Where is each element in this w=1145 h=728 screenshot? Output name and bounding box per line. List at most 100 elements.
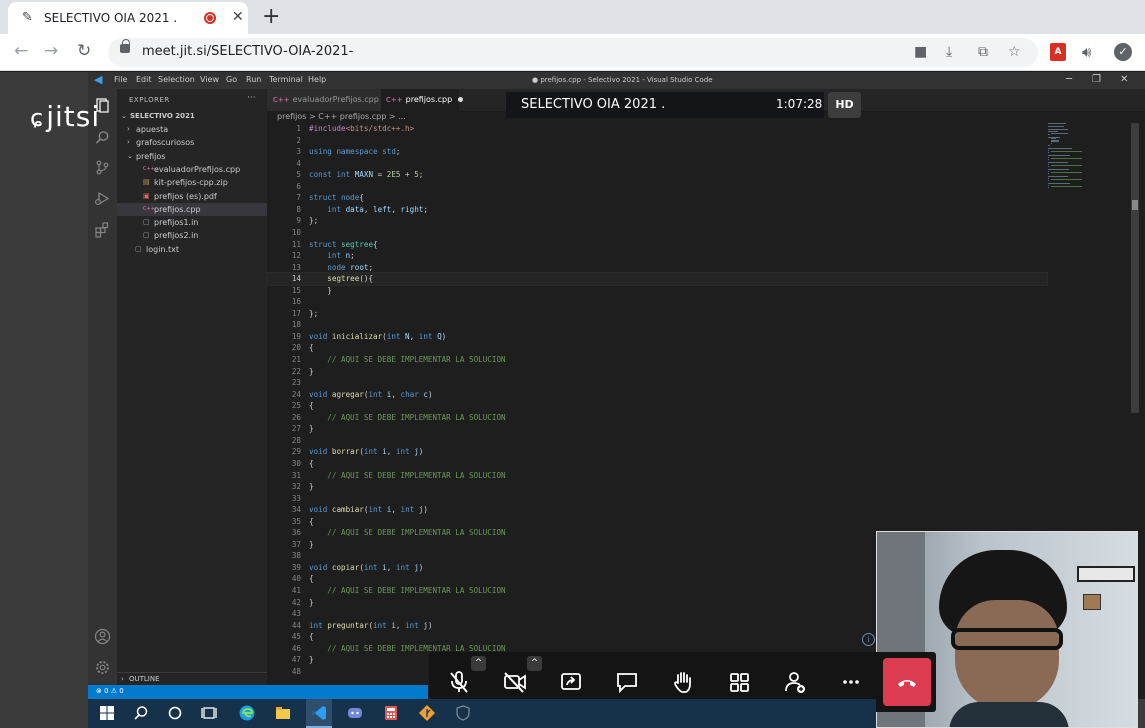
code-line[interactable]: 32} bbox=[267, 481, 1047, 493]
translate-icon[interactable]: ⧉ bbox=[978, 44, 988, 60]
tree-file[interactable]: C++ prefijos.cpp bbox=[117, 202, 267, 216]
tree-file[interactable]: ▢ prefijos1.in bbox=[117, 216, 267, 229]
minimize-icon[interactable]: ─ bbox=[1066, 74, 1072, 85]
file-explorer-icon[interactable] bbox=[274, 704, 292, 722]
participants-button[interactable] bbox=[779, 666, 811, 698]
code-line[interactable]: 26 // AQUI SE DEBE IMPLEMENTAR LA SOLUCI… bbox=[267, 412, 1047, 424]
code-line[interactable]: 20 { bbox=[267, 342, 1047, 354]
code-line[interactable]: 17}; bbox=[267, 308, 1047, 320]
minimap[interactable] bbox=[1048, 123, 1128, 193]
code-line[interactable]: 31 // AQUI SE DEBE IMPLEMENTAR LA SOLUCI… bbox=[267, 470, 1047, 482]
url-text[interactable]: meet.jit.si/SELECTIVO-OIA-2021- bbox=[142, 44, 353, 59]
microphone-muted-button[interactable] bbox=[443, 666, 475, 698]
code-line[interactable]: 24 void agregar(int i, char c) bbox=[267, 389, 1047, 401]
code-line[interactable]: 21 // AQUI SE DEBE IMPLEMENTAR LA SOLUCI… bbox=[267, 354, 1047, 366]
unsaved-dot-icon[interactable] bbox=[458, 97, 464, 102]
editor-scrollbar[interactable] bbox=[1131, 123, 1139, 413]
menu-view[interactable]: View bbox=[200, 75, 219, 84]
code-line[interactable]: 10 bbox=[267, 227, 1047, 239]
task-view-icon[interactable] bbox=[200, 704, 218, 722]
git-tool-icon[interactable] bbox=[418, 704, 436, 722]
tree-file[interactable]: ▤ kit-prefijos-cpp.zip bbox=[117, 176, 267, 189]
reload-icon[interactable]: ↻ bbox=[77, 41, 91, 61]
bookmark-star-icon[interactable]: ☆ bbox=[1008, 44, 1021, 60]
lock-icon[interactable] bbox=[120, 39, 130, 53]
more-actions-button[interactable] bbox=[835, 666, 867, 698]
video-quality-badge[interactable]: HD bbox=[828, 92, 861, 118]
address-bar[interactable]: meet.jit.si/SELECTIVO-OIA-2021- ■ ⤓ ⧉ ☆ bbox=[108, 38, 1038, 67]
tab-prefijos-cpp[interactable]: C++ prefijos.cpp bbox=[381, 89, 464, 111]
account-icon[interactable] bbox=[94, 628, 111, 645]
code-line[interactable]: 19 void inicializar(int N, int Q) bbox=[267, 331, 1047, 343]
cortana-icon[interactable] bbox=[166, 704, 184, 722]
close-tab-icon[interactable]: ✕ bbox=[232, 9, 244, 25]
tree-file[interactable]: ▢ login.txt bbox=[117, 243, 267, 256]
source-control-icon[interactable] bbox=[94, 159, 111, 176]
code-line[interactable]: 30 { bbox=[267, 458, 1047, 470]
scrollbar-thumb[interactable] bbox=[1132, 200, 1138, 210]
back-arrow-icon[interactable]: ← bbox=[14, 41, 28, 61]
code-line[interactable]: 18 bbox=[267, 319, 1047, 331]
menu-selection[interactable]: Selection bbox=[158, 75, 195, 84]
browser-tab[interactable]: ✎ SELECTIVO OIA 2021 . ✕ bbox=[8, 2, 248, 34]
explorer-more-icon[interactable]: ··· bbox=[247, 93, 256, 103]
forward-arrow-icon[interactable]: → bbox=[44, 41, 58, 61]
run-debug-icon[interactable] bbox=[94, 190, 111, 207]
code-line[interactable]: 8 int data, left, right; bbox=[267, 204, 1047, 216]
install-app-icon[interactable]: ⤓ bbox=[946, 44, 952, 60]
workspace-root[interactable]: ⌄ SELECTIVO 2021 bbox=[117, 110, 267, 123]
hangup-button[interactable] bbox=[883, 658, 931, 706]
profile-check-icon[interactable]: ✓ bbox=[1114, 43, 1132, 61]
code-line[interactable]: 29 void borrar(int i, int j) bbox=[267, 446, 1047, 458]
code-line[interactable]: 2 bbox=[267, 135, 1047, 147]
tree-file[interactable]: ▣ prefijos (es).pdf bbox=[117, 190, 267, 203]
code-line[interactable]: 5 const int MAXN = 2E5 + 5; bbox=[267, 169, 1047, 181]
code-line[interactable]: 12 int n; bbox=[267, 250, 1047, 262]
code-line[interactable]: 15 } bbox=[267, 285, 1047, 297]
tree-file[interactable]: C++ evaluadorPrefijos.cpp bbox=[117, 163, 267, 176]
tree-file[interactable]: ▢ prefijos2.in bbox=[117, 229, 267, 242]
menu-file[interactable]: File bbox=[114, 75, 127, 84]
menu-edit[interactable]: Edit bbox=[136, 75, 152, 84]
code-line[interactable]: 13 node root; bbox=[267, 262, 1047, 274]
security-shield-icon[interactable] bbox=[454, 704, 472, 722]
extensions-icon[interactable] bbox=[94, 221, 111, 238]
maximize-icon[interactable]: ❐ bbox=[1092, 74, 1101, 85]
code-line[interactable]: 9}; bbox=[267, 215, 1047, 227]
tree-folder[interactable]: › grafoscuriosos bbox=[117, 136, 267, 149]
code-line[interactable]: 4 bbox=[267, 158, 1047, 170]
windows-start-icon[interactable] bbox=[98, 704, 116, 722]
code-line[interactable]: 22} bbox=[267, 366, 1047, 378]
info-icon[interactable]: i bbox=[862, 633, 875, 646]
pdf-extension-icon[interactable]: A bbox=[1050, 43, 1066, 61]
code-line[interactable]: 1 #include<bits/stdc++.h> bbox=[267, 123, 1047, 135]
settings-gear-icon[interactable] bbox=[94, 659, 111, 676]
code-line[interactable]: 35 { bbox=[267, 516, 1047, 528]
code-line[interactable]: 25 { bbox=[267, 400, 1047, 412]
new-tab-button[interactable]: + bbox=[262, 4, 280, 29]
code-line[interactable]: 11 struct segtree{ bbox=[267, 239, 1047, 251]
menu-help[interactable]: Help bbox=[308, 75, 326, 84]
camera-off-button[interactable] bbox=[499, 666, 531, 698]
code-line[interactable]: 14 segtree(){ bbox=[266, 272, 1048, 286]
code-line[interactable]: 27} bbox=[267, 423, 1047, 435]
vscode-taskbar-icon[interactable] bbox=[310, 704, 328, 722]
code-line[interactable]: 28 bbox=[267, 435, 1047, 447]
chat-button[interactable] bbox=[611, 666, 643, 698]
code-line[interactable]: 7 struct node{ bbox=[267, 192, 1047, 204]
code-line[interactable]: 16 bbox=[267, 296, 1047, 308]
code-line[interactable]: 34 void cambiar(int i, int j) bbox=[267, 504, 1047, 516]
tree-folder[interactable]: › apuesta bbox=[117, 123, 267, 136]
menu-run[interactable]: Run bbox=[246, 75, 261, 84]
taskbar-search-icon[interactable] bbox=[132, 704, 150, 722]
share-screen-button[interactable] bbox=[555, 666, 587, 698]
edge-browser-icon[interactable] bbox=[238, 704, 256, 722]
tab-evaluador-prefijos[interactable]: C++ evaluadorPrefijos.cpp bbox=[267, 89, 381, 111]
code-line[interactable]: 23 bbox=[267, 377, 1047, 389]
tile-view-button[interactable] bbox=[723, 666, 755, 698]
close-window-icon[interactable]: ✕ bbox=[1120, 74, 1128, 85]
menu-terminal[interactable]: Terminal bbox=[269, 75, 303, 84]
breadcrumb[interactable]: prefijos > C++ prefijos.cpp > ... bbox=[277, 112, 406, 121]
calculator-icon[interactable] bbox=[382, 704, 400, 722]
code-line[interactable]: 33 bbox=[267, 493, 1047, 505]
